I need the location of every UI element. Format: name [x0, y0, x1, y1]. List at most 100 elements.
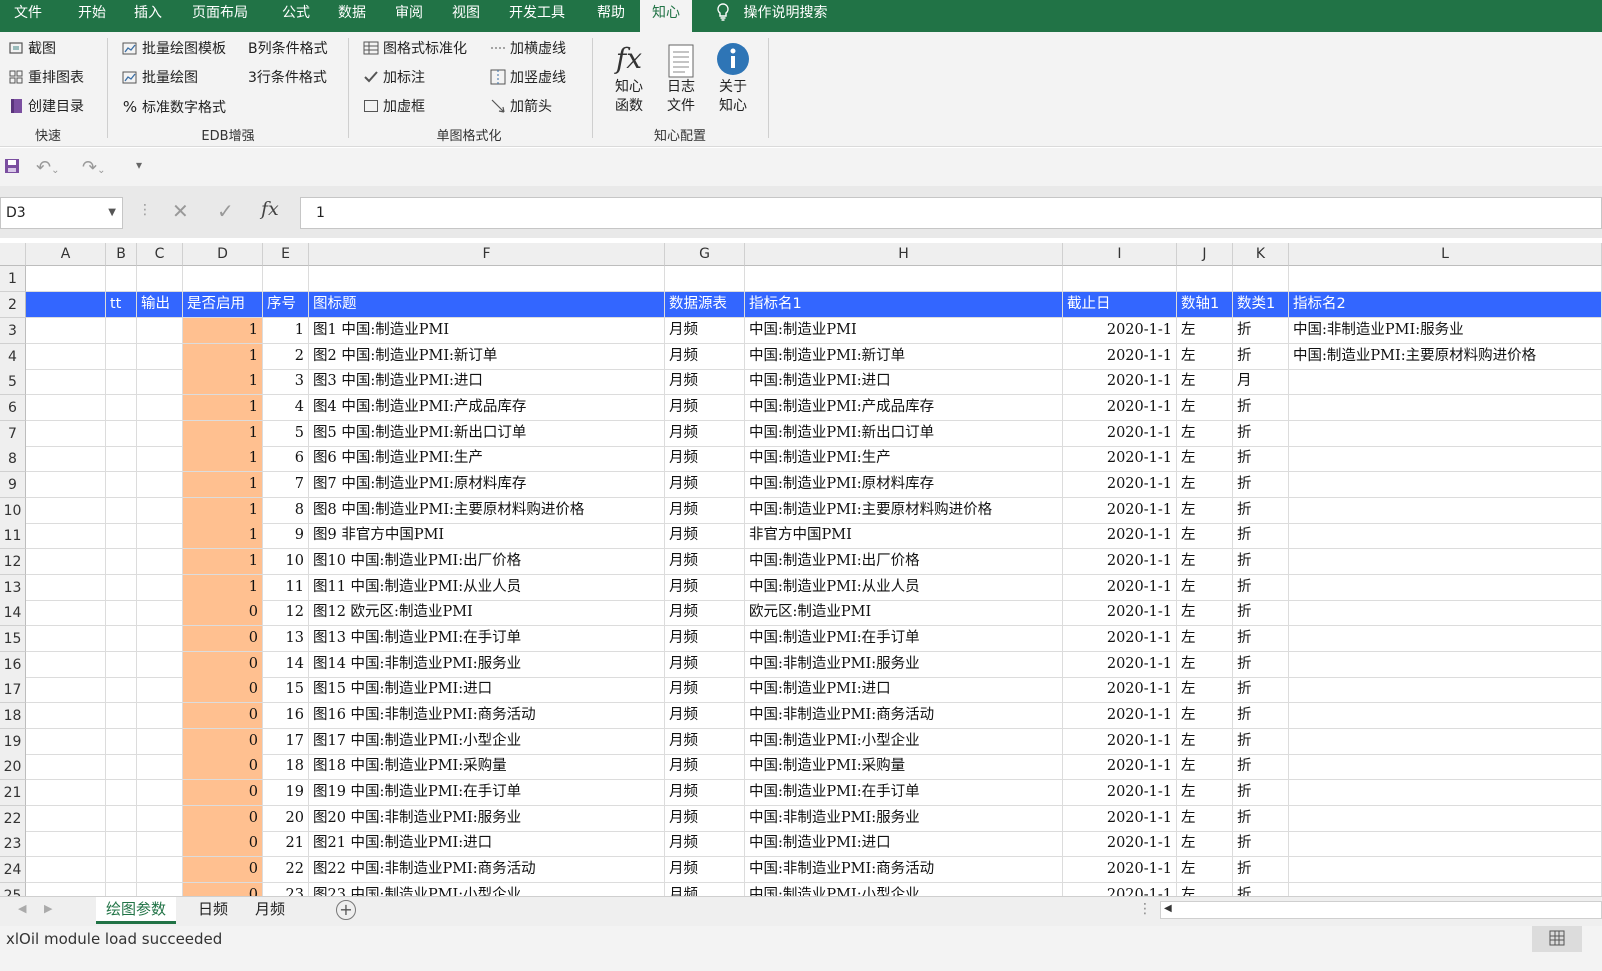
column-header-k[interactable]: K [1233, 243, 1289, 266]
cell-i[interactable]: 2020-1-1 [1063, 421, 1177, 447]
cell-l[interactable] [1289, 523, 1602, 549]
cell-j[interactable]: 左 [1177, 754, 1233, 780]
cell-i[interactable]: 2020-1-1 [1063, 703, 1177, 729]
column-header-f[interactable]: F [309, 243, 665, 266]
cell-a[interactable] [26, 754, 106, 780]
row-header[interactable]: 11 [0, 523, 26, 549]
row-header[interactable]: 4 [0, 344, 26, 370]
column-header-a[interactable]: A [26, 243, 106, 266]
cell-h[interactable]: 中国:制造业PMI:小型企业 [745, 729, 1063, 755]
cell-b[interactable]: tt [106, 292, 137, 318]
cell-c[interactable] [137, 806, 183, 832]
cell-e[interactable]: 序号 [263, 292, 309, 318]
cell-d[interactable]: 0 [183, 677, 263, 703]
cell-j[interactable]: 左 [1177, 498, 1233, 524]
cell-j[interactable]: 左 [1177, 806, 1233, 832]
cell-j[interactable]: 左 [1177, 575, 1233, 601]
cell-b[interactable] [106, 780, 137, 806]
cell-g[interactable]: 月频 [665, 729, 745, 755]
cell-g[interactable]: 月频 [665, 652, 745, 678]
cell-l[interactable]: 中国:制造业PMI:主要原材料购进价格 [1289, 344, 1602, 370]
cell-l[interactable] [1289, 498, 1602, 524]
cell-b[interactable] [106, 369, 137, 395]
cell-h[interactable]: 指标名1 [745, 292, 1063, 318]
cell-f[interactable]: 图4 中国:制造业PMI:产成品库存 [309, 395, 665, 421]
cell-d[interactable]: 0 [183, 754, 263, 780]
cell-a[interactable] [26, 549, 106, 575]
cell-a[interactable] [26, 472, 106, 498]
cell-c[interactable] [137, 831, 183, 857]
cell-j[interactable]: 左 [1177, 395, 1233, 421]
cell-g[interactable]: 数据源表 [665, 292, 745, 318]
cell-a[interactable] [26, 652, 106, 678]
cell-i[interactable]: 2020-1-1 [1063, 523, 1177, 549]
cell-k[interactable]: 折 [1233, 729, 1289, 755]
cell-a[interactable] [26, 677, 106, 703]
save-icon[interactable] [4, 158, 20, 178]
cell-l[interactable] [1289, 780, 1602, 806]
cell-f[interactable]: 图8 中国:制造业PMI:主要原材料购进价格 [309, 498, 665, 524]
menu-help[interactable]: 帮助 [585, 0, 637, 32]
cell-i[interactable]: 2020-1-1 [1063, 472, 1177, 498]
cell-g[interactable]: 月频 [665, 677, 745, 703]
row-header[interactable]: 6 [0, 395, 26, 421]
cell-b[interactable] [106, 857, 137, 883]
cell-f[interactable]: 图19 中国:制造业PMI:在手订单 [309, 780, 665, 806]
cell-b[interactable] [106, 523, 137, 549]
cell-g[interactable]: 月频 [665, 831, 745, 857]
cell-b[interactable] [106, 652, 137, 678]
cell-j[interactable]: 左 [1177, 780, 1233, 806]
cell-a[interactable] [26, 780, 106, 806]
cell-c[interactable] [137, 421, 183, 447]
cell-i[interactable] [1063, 266, 1177, 292]
row-header[interactable]: 9 [0, 472, 26, 498]
cell-e[interactable]: 20 [263, 806, 309, 832]
cell-i[interactable]: 2020-1-1 [1063, 600, 1177, 626]
cell-d[interactable]: 1 [183, 318, 263, 344]
cell-k[interactable]: 数类1 [1233, 292, 1289, 318]
row3-cond-format-button[interactable]: 3行条件格式 [248, 67, 327, 89]
cell-a[interactable] [26, 600, 106, 626]
cell-e[interactable]: 7 [263, 472, 309, 498]
cell-i[interactable]: 2020-1-1 [1063, 729, 1177, 755]
cell-j[interactable]: 左 [1177, 318, 1233, 344]
cell-k[interactable]: 折 [1233, 498, 1289, 524]
cell-h[interactable]: 中国:非制造业PMI:商务活动 [745, 857, 1063, 883]
cell-b[interactable] [106, 472, 137, 498]
cell-l[interactable] [1289, 600, 1602, 626]
column-header-l[interactable]: L [1289, 243, 1602, 266]
add-dash-box-button[interactable]: 加虚框 [363, 96, 425, 118]
cell-e[interactable]: 11 [263, 575, 309, 601]
cell-g[interactable]: 月频 [665, 318, 745, 344]
add-hline-button[interactable]: 加横虚线 [490, 38, 566, 60]
cell-j[interactable]: 左 [1177, 831, 1233, 857]
cell-f[interactable]: 图13 中国:制造业PMI:在手订单 [309, 626, 665, 652]
column-header-c[interactable]: C [137, 243, 183, 266]
row-header[interactable]: 12 [0, 549, 26, 575]
cell-f[interactable]: 图2 中国:制造业PMI:新订单 [309, 344, 665, 370]
cell-a[interactable] [26, 421, 106, 447]
chevron-down-icon[interactable]: ▼ [108, 198, 116, 228]
cell-i[interactable]: 2020-1-1 [1063, 652, 1177, 678]
cell-b[interactable] [106, 677, 137, 703]
customize-qat-icon[interactable]: ▾ [136, 158, 142, 172]
cell-h[interactable]: 中国:制造业PMI:新出口订单 [745, 421, 1063, 447]
cell-e[interactable]: 16 [263, 703, 309, 729]
menu-home[interactable]: 开始 [66, 0, 118, 32]
cell-h[interactable]: 中国:制造业PMI:原材料库存 [745, 472, 1063, 498]
cell-g[interactable]: 月频 [665, 857, 745, 883]
cell-d[interactable]: 1 [183, 472, 263, 498]
cell-b[interactable] [106, 806, 137, 832]
cell-j[interactable]: 左 [1177, 729, 1233, 755]
sheet-tab-plot-params[interactable]: 绘图参数 [96, 897, 177, 924]
cell-d[interactable]: 0 [183, 831, 263, 857]
cell-h[interactable]: 中国:制造业PMI:采购量 [745, 754, 1063, 780]
row-header[interactable]: 14 [0, 600, 26, 626]
cell-k[interactable]: 折 [1233, 754, 1289, 780]
cell-e[interactable] [263, 266, 309, 292]
cell-j[interactable]: 左 [1177, 421, 1233, 447]
cell-g[interactable]: 月频 [665, 472, 745, 498]
cell-a[interactable] [26, 266, 106, 292]
row-header[interactable]: 19 [0, 729, 26, 755]
cell-g[interactable]: 月频 [665, 780, 745, 806]
